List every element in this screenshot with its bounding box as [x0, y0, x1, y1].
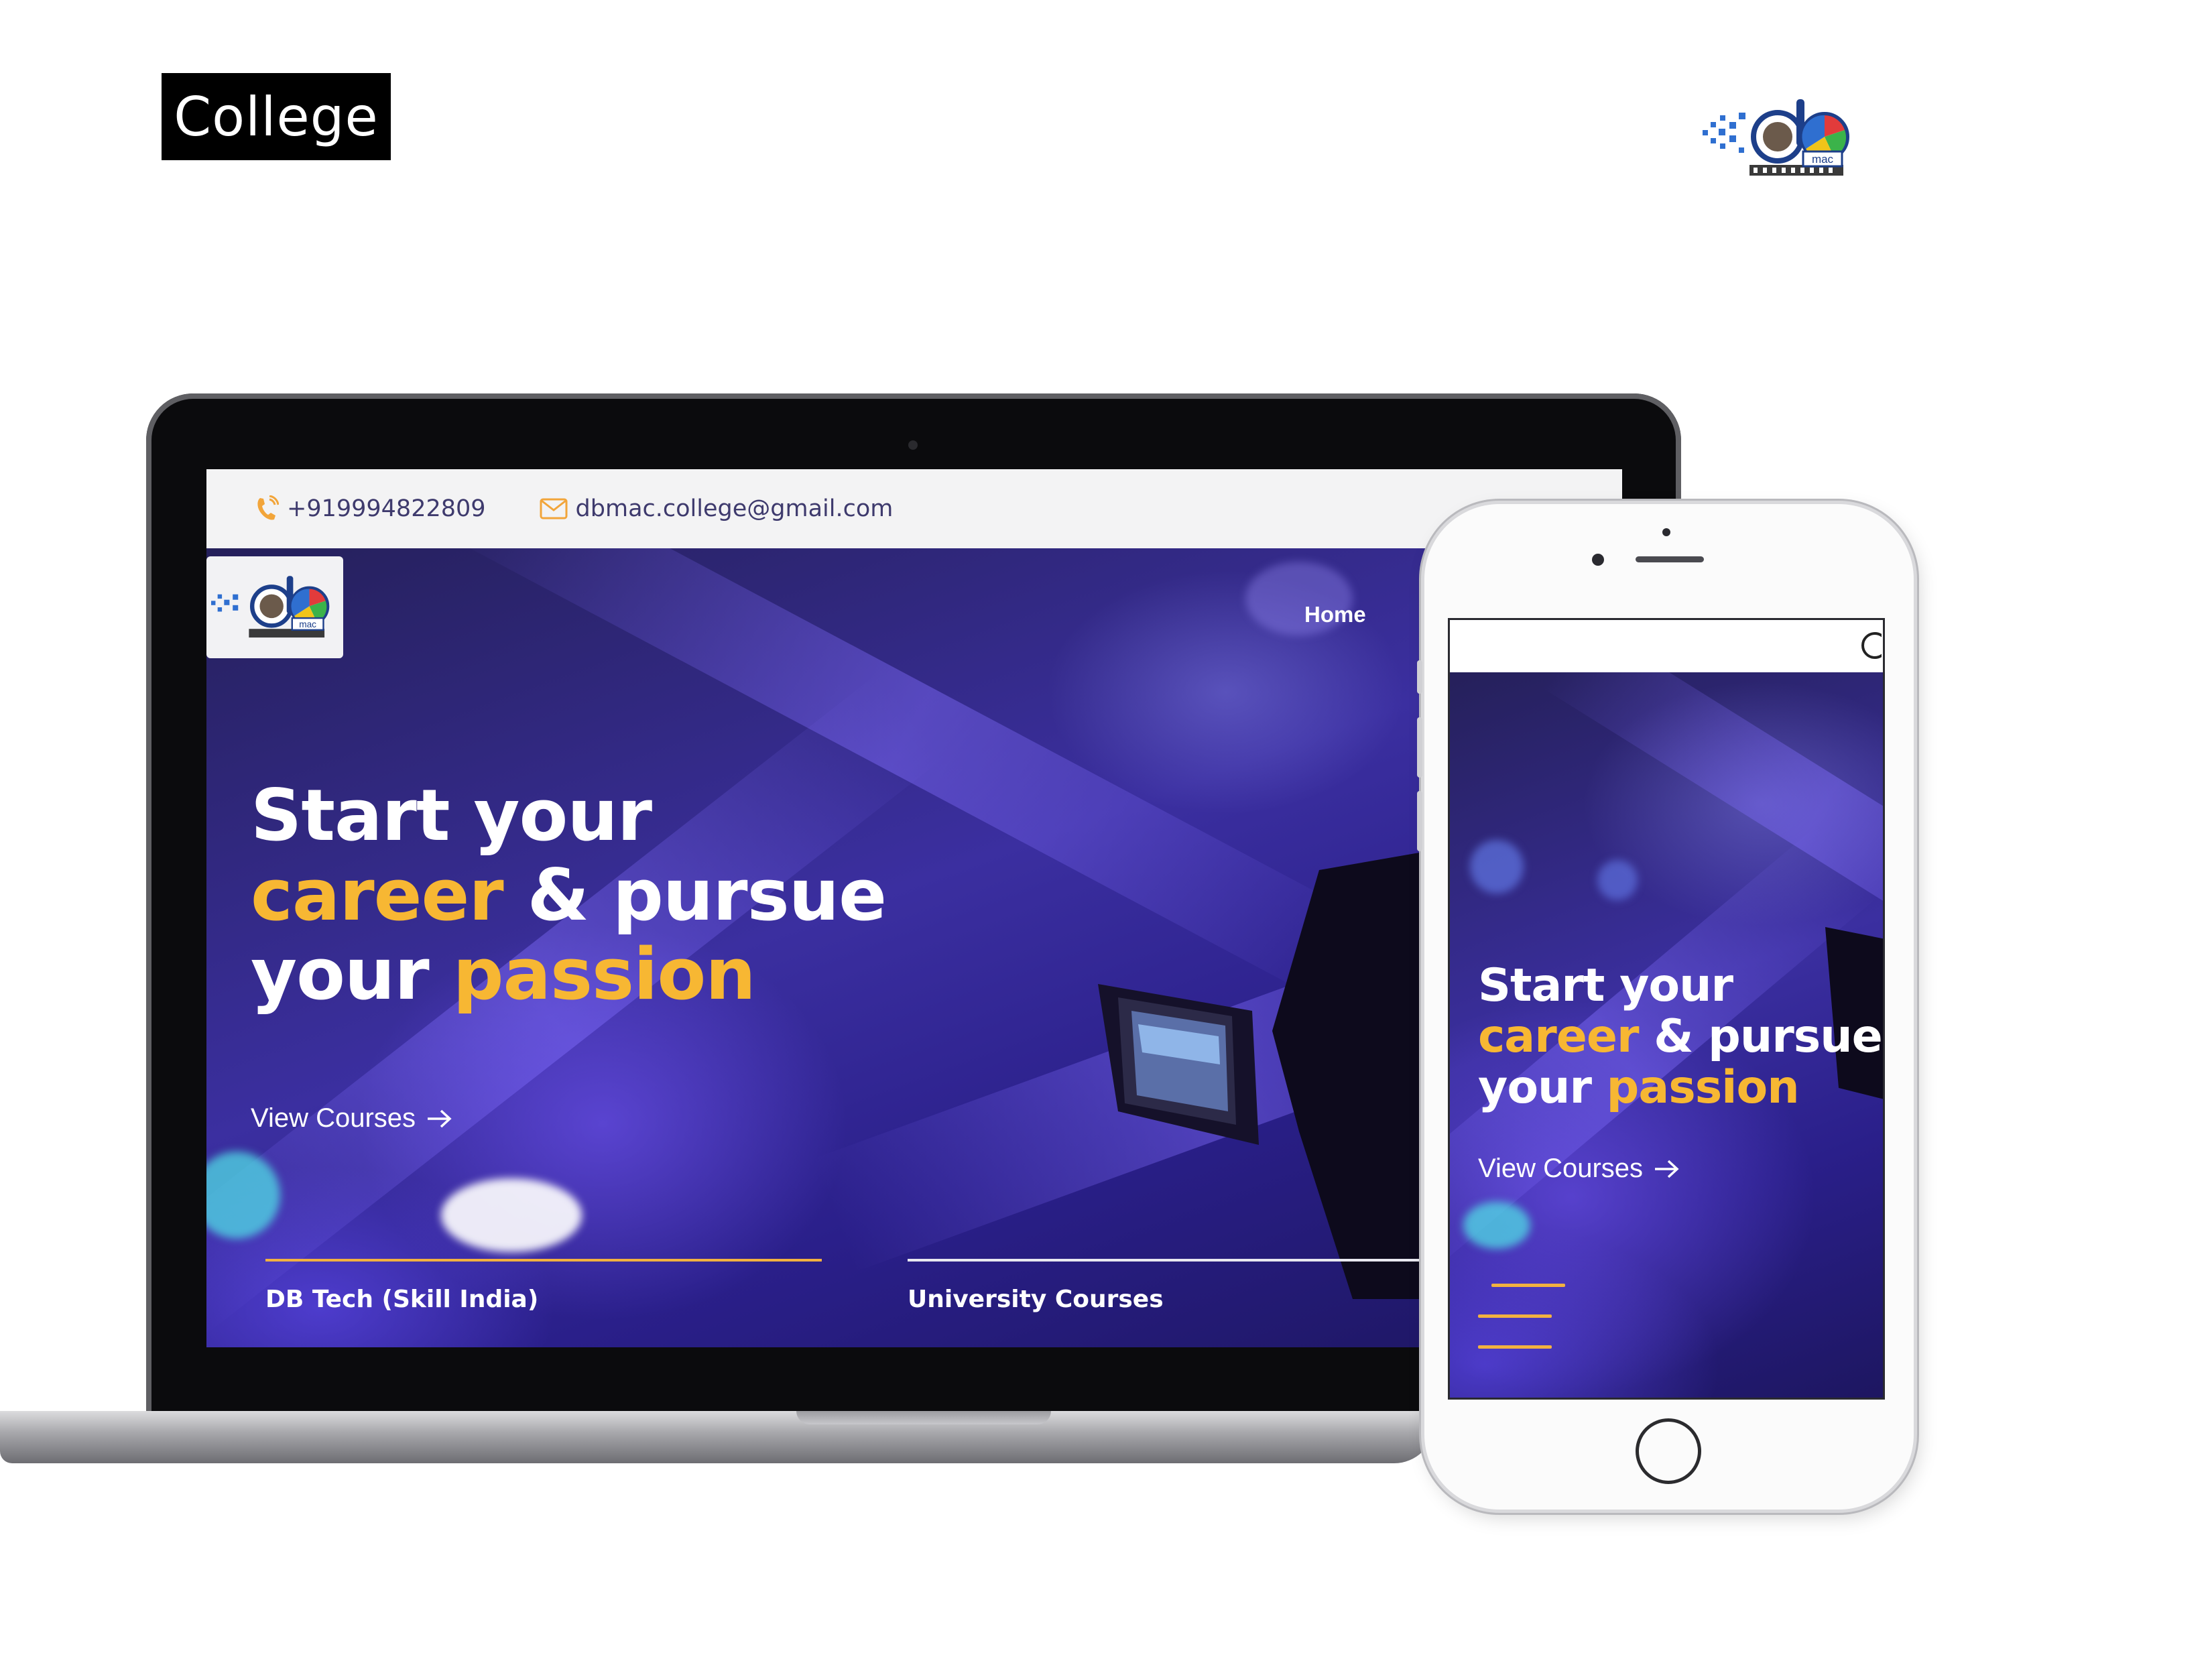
menu-bar — [1478, 1314, 1552, 1318]
phone-top-bar — [1450, 620, 1883, 672]
menu-bar — [1478, 1345, 1552, 1349]
phone-speaker — [1636, 556, 1704, 562]
laptop-base — [0, 1411, 1434, 1463]
category-line — [908, 1259, 1430, 1262]
email-contact[interactable]: dbmac.college@gmail.com — [540, 495, 894, 522]
view-courses-link[interactable]: View Courses — [251, 1103, 453, 1133]
email-address: dbmac.college@gmail.com — [575, 495, 894, 522]
arrow-right-icon — [1655, 1160, 1679, 1178]
nav-home[interactable]: Home — [1304, 602, 1366, 627]
bokeh-light — [441, 1178, 582, 1252]
phone-hero-highlight-career: career — [1478, 1010, 1640, 1064]
phone-hero-line-2: & pursue — [1638, 1010, 1883, 1064]
phone-icon — [257, 495, 279, 520]
phone-hero-title: Start your career & pursue your passion — [1478, 959, 1883, 1115]
hero-line-1: Start your — [251, 774, 652, 857]
phone-volume-down — [1417, 791, 1422, 851]
phone-hero: Start your career & pursue your passion … — [1450, 672, 1883, 1398]
hero-line-3: your — [251, 933, 453, 1016]
phone-view-courses-link[interactable]: View Courses — [1478, 1154, 1680, 1184]
phone-front-camera — [1592, 554, 1604, 566]
laptop-hero: mac Home Start your career & pursue your… — [206, 548, 1622, 1347]
contact-bar: +919994822809 dbmac.college@gmail.com — [206, 469, 1622, 548]
college-label-text: College — [174, 85, 379, 148]
brand-logo-icon: mac — [1703, 99, 1849, 176]
mail-icon — [540, 498, 568, 519]
menu-bar — [1491, 1284, 1565, 1287]
site-logo-icon: mac — [211, 576, 330, 638]
bokeh-light — [1597, 860, 1638, 900]
svg-text:mac: mac — [1812, 153, 1834, 166]
phone-side-button — [1417, 660, 1422, 694]
arrow-right-icon — [428, 1109, 452, 1127]
phone-hero-highlight-passion: passion — [1606, 1061, 1800, 1115]
phone-contact[interactable]: +919994822809 — [255, 495, 486, 522]
laptop-camera — [908, 440, 918, 450]
bokeh-light — [1470, 840, 1524, 894]
search-icon[interactable] — [1855, 625, 1882, 666]
category-university-courses[interactable]: University Courses — [908, 1286, 1164, 1313]
phone-sensor — [1662, 528, 1670, 536]
phone-hero-line-1: Start your — [1478, 959, 1733, 1012]
bokeh-light — [1463, 1202, 1530, 1249]
phone-volume-up — [1417, 717, 1422, 778]
college-label: College — [162, 73, 391, 160]
phone-screen: Start your career & pursue your passion … — [1448, 618, 1885, 1400]
hero-highlight-passion: passion — [452, 933, 756, 1016]
svg-text:mac: mac — [299, 619, 316, 629]
phone-home-button[interactable] — [1636, 1418, 1701, 1484]
laptop-screen: +919994822809 dbmac.college@gmail.com ma… — [206, 469, 1622, 1347]
hero-line-2: & pursue — [503, 853, 887, 936]
category-line-active — [265, 1259, 822, 1262]
phone-view-courses-label: View Courses — [1478, 1154, 1644, 1183]
laptop-notch — [796, 1411, 1051, 1424]
phone-hero-line-3: your — [1478, 1061, 1607, 1115]
hero-title: Start your career & pursue your passion — [251, 774, 887, 1016]
category-db-tech[interactable]: DB Tech (Skill India) — [265, 1286, 538, 1313]
site-logo[interactable]: mac — [206, 556, 343, 658]
phone-number: +919994822809 — [287, 495, 486, 522]
view-courses-label: View Courses — [251, 1103, 416, 1133]
hero-highlight-career: career — [251, 853, 504, 936]
